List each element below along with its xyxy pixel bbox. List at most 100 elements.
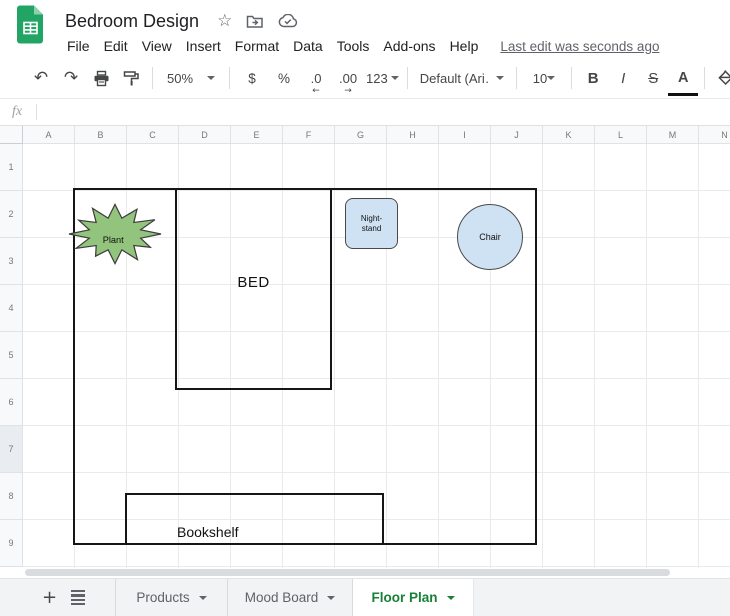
column-headers: A B C D E F G H I J K L M N — [23, 126, 730, 144]
column-header[interactable]: F — [283, 126, 335, 144]
column-header[interactable]: A — [23, 126, 75, 144]
column-header[interactable]: M — [647, 126, 699, 144]
menu-format[interactable]: Format — [235, 38, 279, 54]
increase-decimal-button[interactable]: .00→ — [334, 64, 362, 92]
add-sheet-icon[interactable]: + — [42, 589, 57, 607]
menu-insert[interactable]: Insert — [186, 38, 221, 54]
fill-color-button[interactable] — [713, 64, 730, 92]
sheet-tab-mood-board[interactable]: Mood Board — [227, 579, 352, 616]
chair-label: Chair — [479, 232, 501, 242]
formula-bar: fx — [0, 99, 730, 126]
font-family-value: Default (Ari… — [420, 71, 488, 86]
row-header[interactable]: 2 — [0, 191, 23, 238]
row-header[interactable]: 4 — [0, 285, 23, 332]
font-family-select[interactable]: Default (Ari… — [414, 71, 510, 86]
zoom-value: 50% — [167, 71, 193, 86]
menu-addons[interactable]: Add-ons — [383, 38, 435, 54]
google-sheets-app: Bedroom Design ☆ File Edit View Insert F… — [0, 0, 730, 616]
column-header[interactable]: L — [595, 126, 647, 144]
column-header[interactable]: C — [127, 126, 179, 144]
document-title-row: Bedroom Design ☆ — [65, 8, 298, 34]
undo-icon[interactable]: ↶ — [28, 64, 54, 92]
toolbar-separator — [704, 67, 705, 89]
format-currency-button[interactable]: $ — [238, 64, 266, 92]
menu-data[interactable]: Data — [293, 38, 323, 54]
row-header[interactable]: 9 — [0, 520, 23, 567]
text-color-button[interactable]: A — [670, 64, 696, 92]
column-header[interactable]: G — [335, 126, 387, 144]
column-header[interactable]: H — [387, 126, 439, 144]
nightstand-shape[interactable]: Night- stand — [345, 198, 398, 249]
menu-tools[interactable]: Tools — [337, 38, 370, 54]
arrow-left-icon: ← — [312, 86, 320, 96]
sheet-tabbar: + Products Mood Board Floor Plan — [0, 578, 730, 616]
chevron-down-icon — [391, 76, 399, 80]
sheet-tab-floor-plan[interactable]: Floor Plan — [352, 579, 474, 616]
column-header[interactable]: B — [75, 126, 127, 144]
bookshelf-shape[interactable]: Bookshelf — [125, 493, 384, 545]
sheet-tab-products[interactable]: Products — [115, 579, 227, 616]
format-percent-button[interactable]: % — [270, 64, 298, 92]
row-header[interactable]: 7 — [0, 426, 23, 473]
chevron-down-icon — [496, 76, 504, 80]
toolbar: ↶ ↷ 50% $ % .0← . — [0, 58, 730, 99]
menu-file[interactable]: File — [67, 38, 90, 54]
row-header[interactable]: 6 — [0, 379, 23, 426]
horizontal-scrollbar-thumb[interactable] — [25, 569, 670, 576]
sheets-logo-icon[interactable] — [17, 5, 45, 44]
sheet-tab-label: Mood Board — [245, 590, 319, 605]
menu-view[interactable]: View — [142, 38, 172, 54]
column-header[interactable]: J — [491, 126, 543, 144]
toolbar-separator — [407, 67, 408, 89]
chevron-down-icon[interactable] — [327, 596, 335, 600]
fx-label: fx — [12, 104, 22, 120]
row-header[interactable]: 8 — [0, 473, 23, 520]
sheet-tab-tools: + — [0, 579, 115, 616]
zoom-select[interactable]: 50% — [159, 71, 223, 86]
bookshelf-label: Bookshelf — [177, 524, 238, 540]
strikethrough-button[interactable]: S — [640, 64, 666, 92]
font-size-select[interactable]: 10 — [523, 71, 565, 86]
nightstand-label: Night- stand — [361, 214, 382, 234]
horizontal-scrollbar — [0, 568, 730, 578]
chevron-down-icon[interactable] — [199, 596, 207, 600]
column-header[interactable]: D — [179, 126, 231, 144]
more-formats-button[interactable]: 123 — [366, 64, 399, 92]
column-header[interactable]: I — [439, 126, 491, 144]
column-header[interactable]: K — [543, 126, 595, 144]
bed-shape[interactable]: BED — [175, 188, 332, 390]
cloud-saved-icon[interactable] — [278, 14, 298, 28]
move-to-folder-icon[interactable] — [246, 14, 264, 29]
row-header[interactable]: 1 — [0, 144, 23, 191]
plant-starburst-shape[interactable]: Plant — [68, 202, 162, 266]
font-size-value: 10 — [533, 71, 547, 86]
last-edit-status[interactable]: Last edit was seconds ago — [500, 39, 659, 54]
italic-button[interactable]: I — [610, 64, 636, 92]
star-icon[interactable]: ☆ — [217, 11, 232, 31]
chair-shape[interactable]: Chair — [457, 204, 523, 270]
redo-icon[interactable]: ↷ — [58, 64, 84, 92]
plant-label: Plant — [103, 235, 124, 245]
sheet-tab-label: Floor Plan — [371, 590, 437, 605]
paint-format-icon[interactable] — [118, 64, 144, 92]
print-icon[interactable] — [88, 64, 114, 92]
formula-input[interactable] — [37, 99, 730, 125]
menu-edit[interactable]: Edit — [104, 38, 128, 54]
toolbar-separator — [571, 67, 572, 89]
decrease-decimal-button[interactable]: .0← — [302, 64, 330, 92]
chevron-down-icon[interactable] — [447, 596, 455, 600]
bold-button[interactable]: B — [580, 64, 606, 92]
arrow-right-icon: → — [344, 86, 352, 96]
row-header[interactable]: 5 — [0, 332, 23, 379]
row-header[interactable]: 3 — [0, 238, 23, 285]
column-header[interactable]: N — [699, 126, 730, 144]
bed-label: BED — [237, 274, 269, 291]
column-header[interactable]: E — [231, 126, 283, 144]
chevron-down-icon — [547, 76, 555, 80]
menu-help[interactable]: Help — [450, 38, 479, 54]
all-sheets-menu-icon[interactable] — [71, 590, 85, 605]
toolbar-separator — [152, 67, 153, 89]
titlebar: Bedroom Design ☆ File Edit View Insert F… — [0, 0, 730, 58]
select-all-corner[interactable] — [0, 126, 23, 144]
document-title[interactable]: Bedroom Design — [65, 11, 199, 32]
